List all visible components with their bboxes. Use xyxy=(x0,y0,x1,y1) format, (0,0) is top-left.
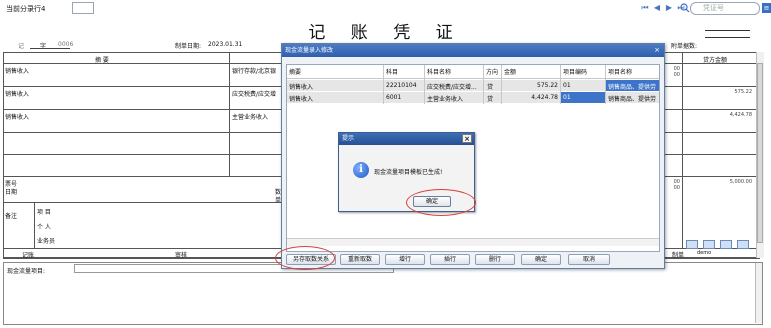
column-header: 科目 xyxy=(386,69,399,76)
voucher-type[interactable]: 记 xyxy=(18,41,24,50)
message-box-title: 提示 xyxy=(339,133,474,145)
cell-item-name[interactable]: 销售商品、提供劳 xyxy=(608,94,659,103)
column-header: 项目编码 xyxy=(563,69,588,76)
message-text: 现金流量项目模板已生成! xyxy=(374,169,443,176)
insert-row-button[interactable]: 插行 xyxy=(430,254,470,265)
column-header: 科目名称 xyxy=(427,69,452,76)
next-page-icon[interactable]: ▶ xyxy=(664,3,674,13)
date-label: 制单日期: xyxy=(175,43,202,50)
dialog-title: 现金流量录入修改 xyxy=(282,44,664,57)
posting-label: 记账 xyxy=(22,252,35,259)
print-icon[interactable] xyxy=(720,240,732,249)
cell-direction: 贷 xyxy=(487,96,494,103)
row-debit-partial: 00 00 xyxy=(673,66,680,78)
column-header: 摘要 xyxy=(289,69,302,76)
cell-summary: 销售收入 xyxy=(289,96,314,103)
note-label: 备注 xyxy=(5,213,18,220)
row-account[interactable]: 主营业务收入 xyxy=(232,112,268,121)
row-summary[interactable]: 销售收入 xyxy=(5,89,29,98)
column-header: 项目名称 xyxy=(608,69,633,76)
search-icon xyxy=(680,3,690,13)
scrollbar-thumb[interactable] xyxy=(757,63,763,243)
column-header: 金额 xyxy=(504,69,517,76)
column-header: 方向 xyxy=(486,69,499,76)
total-debit-partial: 00 00 xyxy=(673,179,680,191)
cell-name: 主营业务收入 xyxy=(427,96,464,103)
side-panel-icon[interactable]: ≡ xyxy=(762,3,771,13)
refetch-button[interactable]: 重新取数 xyxy=(340,254,380,265)
voucher-no-underline xyxy=(30,48,70,49)
row-account[interactable]: 应交税费/应交增 xyxy=(232,89,276,98)
first-page-icon[interactable]: ⏮ xyxy=(640,3,650,13)
voucher-title: 记 账 凭 证 xyxy=(308,23,463,43)
bottom-scrollbar[interactable] xyxy=(755,263,762,323)
attachment-icon[interactable] xyxy=(686,240,698,249)
cell-name: 应交税费/应交增... xyxy=(427,84,477,91)
prev-page-icon[interactable]: ◀ xyxy=(652,3,662,13)
info-icon: i xyxy=(353,162,369,178)
row-account[interactable]: 银行存款/北京银 xyxy=(232,66,276,75)
row-credit[interactable]: 575.22 xyxy=(690,89,753,95)
image-icon[interactable] xyxy=(703,240,715,249)
cell-amount: 4,424.78 xyxy=(531,94,558,101)
row-summary[interactable]: 销售收入 xyxy=(5,112,29,121)
maker-value: demo xyxy=(697,250,712,256)
close-voucher-icon[interactable] xyxy=(737,240,749,249)
voucher-search-input[interactable]: 凭证号 xyxy=(690,2,760,15)
maker-label: 制单 xyxy=(672,252,685,259)
total-credit: 5,000.00 xyxy=(729,179,752,185)
cell-item-name[interactable]: 销售商品、提供劳 xyxy=(606,80,659,91)
cell-item-code[interactable]: 01 xyxy=(563,82,571,89)
summary-column-header: 摘 要 xyxy=(95,57,109,64)
row-summary[interactable]: 销售收入 xyxy=(5,66,29,75)
date-value[interactable]: 2023.01.31 xyxy=(208,41,242,48)
cell-amount: 575.22 xyxy=(537,82,558,89)
highlight-ring xyxy=(275,246,335,270)
cell-direction: 贷 xyxy=(487,84,494,91)
row-credit[interactable]: 4,424.78 xyxy=(690,112,752,118)
salesman-label: 业务员 xyxy=(37,238,56,245)
credit-column-header: 贷方金额 xyxy=(703,57,728,64)
title-underline xyxy=(705,30,750,31)
voucher-no-value[interactable]: 0006 xyxy=(58,41,73,48)
cell-code: 6001 xyxy=(386,94,402,101)
cell-code: 22210104 xyxy=(386,82,417,89)
attachments-label: 附单据数: xyxy=(671,43,698,50)
audit-label: 审核 xyxy=(175,252,188,259)
cashflow-label: 现金流量项目: xyxy=(7,268,46,275)
highlight-ring xyxy=(406,189,476,216)
confirm-button[interactable]: 确定 xyxy=(521,254,561,265)
bill-date-label: 日期 xyxy=(5,189,18,196)
add-row-button[interactable]: 增行 xyxy=(385,254,425,265)
cancel-button[interactable]: 取消 xyxy=(568,254,610,265)
delete-row-button[interactable]: 删行 xyxy=(475,254,515,265)
horizontal-scrollbar[interactable] xyxy=(287,238,659,246)
cell-item-code[interactable]: 01 xyxy=(561,92,605,103)
close-icon[interactable]: × xyxy=(652,44,662,57)
close-icon[interactable]: × xyxy=(462,134,472,143)
project-label: 项 目 xyxy=(37,209,51,216)
title-underline xyxy=(705,37,750,38)
current-entry-label: 当前分录行4 xyxy=(6,5,46,13)
person-label: 个 人 xyxy=(37,224,51,231)
current-entry-field[interactable] xyxy=(72,2,94,14)
cell-summary: 销售收入 xyxy=(289,84,314,91)
